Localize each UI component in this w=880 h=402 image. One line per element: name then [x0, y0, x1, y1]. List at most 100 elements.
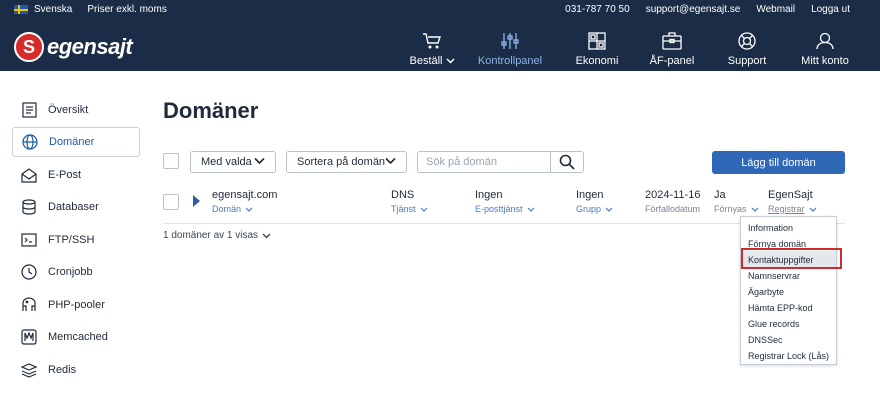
nav-economy-label: Ekonomi: [575, 55, 619, 67]
database-icon: [20, 198, 38, 216]
expiry-date: 2024-11-16: [645, 189, 701, 201]
sidebar-item-databases[interactable]: Databaser: [12, 192, 140, 222]
phone-number[interactable]: 031-787 70 50: [565, 4, 630, 15]
group-value: Ingen: [576, 189, 604, 201]
sliders-icon: [501, 33, 519, 49]
bulk-action-label: Med valda: [201, 156, 252, 168]
sidebar-item-email[interactable]: E-Post: [12, 160, 140, 190]
row-checkbox[interactable]: [163, 194, 179, 210]
terminal-icon: [20, 231, 38, 249]
sort-label: Sortera på domän: [297, 156, 386, 168]
registrar-menu-label: Registrar: [768, 204, 805, 214]
page-title: Domäner: [163, 98, 259, 123]
calculator-icon: [588, 32, 606, 50]
select-all-checkbox[interactable]: [163, 153, 179, 169]
search-icon: [559, 154, 575, 170]
nav-support-label: Support: [727, 55, 767, 67]
sidebar-item-label: Redis: [48, 364, 77, 376]
registrar-dropdown-menu: Information Förnya domän Kontaktuppgifte…: [740, 216, 837, 365]
sidebar-item-label: PHP-pooler: [48, 299, 105, 311]
search-button[interactable]: [550, 151, 584, 173]
add-domain-button[interactable]: Lägg till domän: [712, 151, 845, 174]
renew-menu[interactable]: Förnyas: [714, 204, 759, 214]
chevron-down-icon: [245, 207, 253, 212]
document-icon: [20, 101, 38, 119]
group-menu[interactable]: Grupp: [576, 204, 613, 214]
php-icon: [20, 296, 38, 314]
logo-text: egensajt: [47, 34, 133, 59]
chevron-down-icon: [262, 233, 271, 238]
sidebar-item-overview[interactable]: Översikt: [12, 95, 140, 125]
cart-icon: [423, 33, 441, 49]
menu-item-glue-records[interactable]: Glue records: [748, 319, 800, 329]
nav-control-panel[interactable]: Kontrollpanel: [475, 19, 545, 71]
main-navbar: S egensajt Beställ Kontrollpanel Ekonomi…: [0, 19, 880, 71]
nav-af-panel[interactable]: ÅF-panel: [648, 19, 696, 71]
chevron-down-icon: [527, 207, 534, 212]
sidebar-item-redis[interactable]: Redis: [12, 355, 140, 385]
registrar-menu[interactable]: Registrar: [768, 204, 817, 214]
sidebar-item-label: FTP/SSH: [48, 234, 95, 246]
mail-icon: [20, 166, 38, 184]
logout-link[interactable]: Logga ut: [811, 4, 850, 15]
egensajt-logo[interactable]: S egensajt: [14, 32, 133, 62]
expand-row-icon[interactable]: [193, 195, 200, 207]
nav-account-label: Mitt konto: [801, 55, 849, 67]
memcached-icon: [20, 328, 38, 346]
sidebar-item-php-pools[interactable]: PHP-pooler: [12, 290, 140, 320]
nav-account[interactable]: Mitt konto: [798, 19, 852, 71]
menu-item-owner-change[interactable]: Ägarbyte: [748, 287, 784, 297]
clock-icon: [20, 263, 38, 281]
menu-item-nameservers[interactable]: Namnservrar: [748, 271, 800, 281]
menu-item-registrar-lock[interactable]: Registrar Lock (Lås): [748, 351, 829, 361]
swedish-flag-icon[interactable]: [14, 5, 28, 14]
user-icon: [816, 32, 834, 50]
nav-af-panel-label: ÅF-panel: [649, 55, 695, 67]
expiry-label: Förfallodatum: [645, 204, 701, 214]
menu-item-epp-code[interactable]: Hämta EPP-kod: [748, 303, 813, 313]
sidebar-item-domains[interactable]: Domäner: [12, 127, 140, 157]
redis-icon: [20, 361, 38, 379]
nav-support[interactable]: Support: [722, 19, 772, 71]
result-count[interactable]: 1 domäner av 1 visas: [163, 230, 271, 241]
sidebar-item-label: E-Post: [48, 169, 82, 181]
menu-item-information[interactable]: Information: [748, 223, 793, 233]
service-value: DNS: [391, 189, 415, 201]
domain-menu[interactable]: Domän: [212, 204, 253, 214]
email-service-value: Ingen: [475, 189, 503, 201]
group-menu-label: Grupp: [576, 204, 602, 214]
sidebar-item-memcached[interactable]: Memcached: [12, 322, 140, 352]
chevron-down-icon: [445, 58, 455, 64]
email-service-menu-label: E-posttjänst: [475, 204, 523, 214]
domain-name[interactable]: egensajt.com: [212, 189, 277, 201]
domain-menu-label: Domän: [212, 204, 242, 214]
support-email-link[interactable]: support@egensajt.se: [646, 4, 741, 15]
menu-item-dnssec[interactable]: DNSSec: [748, 335, 783, 345]
chevron-down-icon: [751, 207, 758, 212]
service-menu-label: Tjänst: [391, 204, 416, 214]
nav-control-panel-label: Kontrollpanel: [477, 55, 543, 67]
chevron-down-icon: [420, 207, 427, 212]
top-bar: Svenska Priser exkl. moms 031-787 70 50 …: [0, 0, 880, 19]
result-count-label: 1 domäner av 1 visas: [163, 230, 259, 241]
email-service-menu[interactable]: E-posttjänst: [475, 204, 535, 214]
sort-dropdown[interactable]: Sortera på domän: [286, 151, 407, 173]
nav-order-label: Beställ: [409, 55, 443, 67]
bulk-action-dropdown[interactable]: Med valda: [190, 151, 276, 173]
sidebar-item-cronjobs[interactable]: Cronjobb: [12, 257, 140, 287]
sidebar-item-ftp-ssh[interactable]: FTP/SSH: [12, 225, 140, 255]
webmail-link[interactable]: Webmail: [756, 4, 795, 15]
sidebar-item-label: Domäner: [49, 136, 95, 148]
service-menu[interactable]: Tjänst: [391, 204, 428, 214]
sidebar-item-label: Cronjobb: [48, 266, 93, 278]
chevron-down-icon: [605, 207, 613, 212]
nav-order[interactable]: Beställ: [408, 19, 456, 71]
prices-toggle[interactable]: Priser exkl. moms: [87, 4, 166, 15]
language-link[interactable]: Svenska: [34, 4, 72, 15]
search-input[interactable]: Sök på domän: [417, 151, 550, 173]
chevron-down-icon: [809, 207, 816, 212]
nav-economy[interactable]: Ekonomi: [573, 19, 621, 71]
sidebar-item-label: Memcached: [48, 331, 108, 343]
chevron-down-icon: [385, 157, 396, 165]
registrar-value: EgenSajt: [768, 189, 813, 201]
